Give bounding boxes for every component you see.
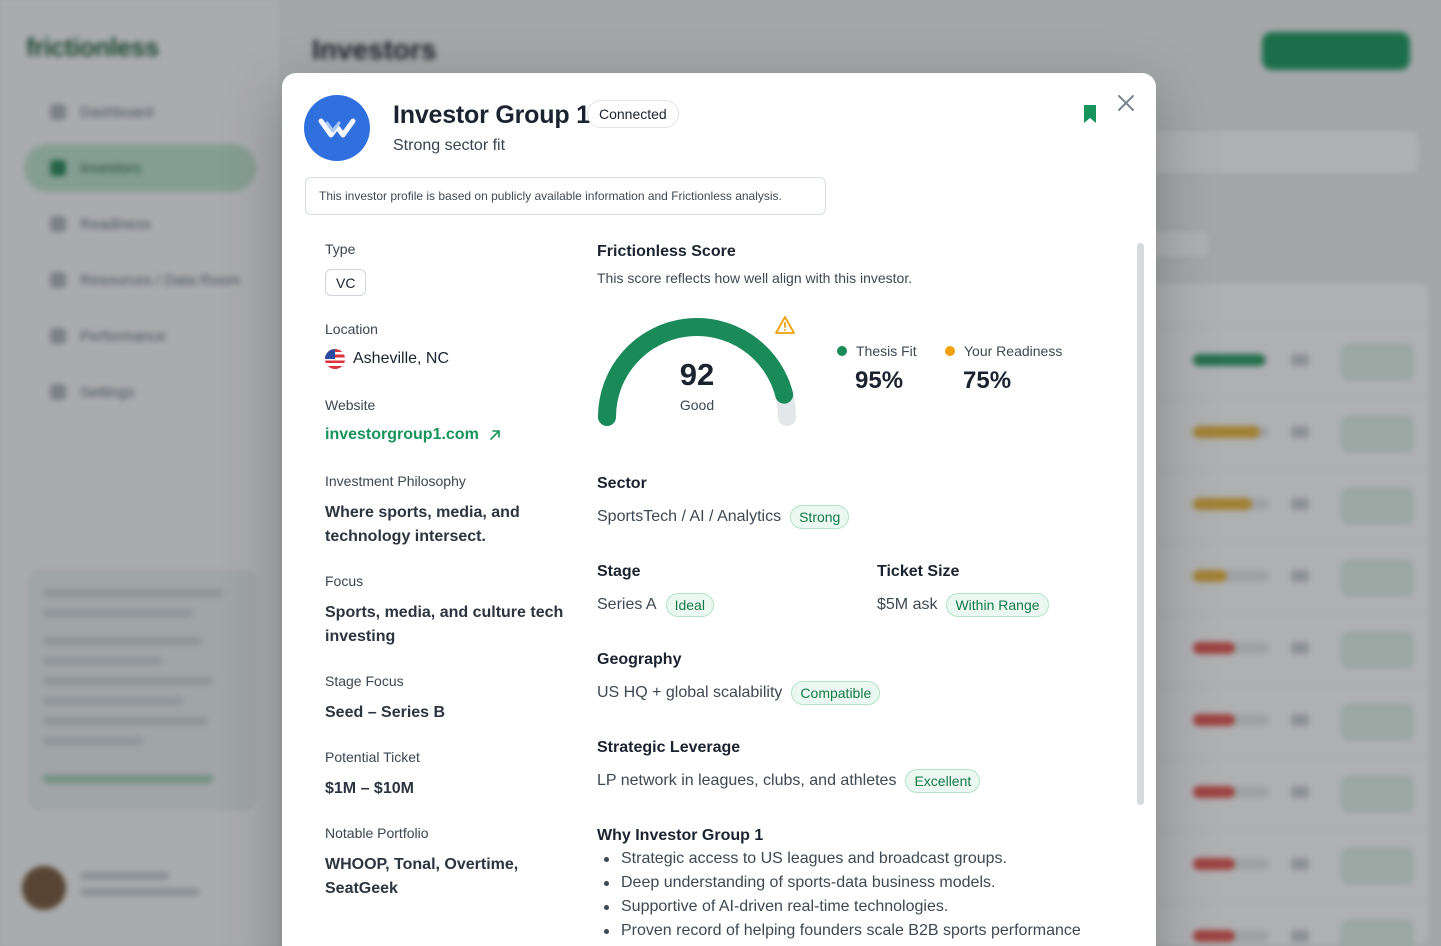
portfolio-label: Notable Portfolio: [325, 825, 429, 841]
connection-status-badge: Connected: [587, 100, 679, 128]
ticket-size-tag: Within Range: [946, 593, 1049, 617]
readiness-value: 75%: [963, 367, 1012, 394]
stage-focus-label: Stage Focus: [325, 673, 404, 689]
focus-label: Focus: [325, 573, 364, 589]
sector-value: SportsTech / AI / Analytics: [597, 508, 782, 525]
stage-value: Series A: [597, 596, 657, 613]
thesis-fit-label: Thesis Fit: [856, 343, 917, 359]
list-item: Deep understanding of sports-data busine…: [597, 871, 1127, 895]
philosophy-label: Investment Philosophy: [325, 473, 466, 489]
type-chip: VC: [325, 269, 367, 296]
modal-title: Investor Group 1: [393, 101, 590, 129]
stage-line: Series A Ideal: [597, 593, 714, 617]
readiness-dot: [945, 346, 955, 356]
profile-notice: This investor profile is based on public…: [305, 177, 826, 215]
list-item: Supportive of AI-driven real-time techno…: [597, 895, 1127, 919]
location-value: Asheville, NC: [325, 349, 449, 369]
score-value: 92: [679, 357, 715, 392]
stage-tag: Ideal: [665, 593, 714, 617]
thesis-fit-dot: [837, 346, 847, 356]
location-label: Location: [325, 321, 378, 337]
thesis-fit-metric: Thesis Fit 95%: [837, 343, 917, 395]
sector-line: SportsTech / AI / Analytics Strong: [597, 505, 850, 529]
website-text: investorgroup1.com: [325, 426, 479, 443]
focus-value: Sports, media, and culture tech investin…: [325, 604, 564, 645]
location-text: Asheville, NC: [353, 350, 450, 367]
stage-focus-value: Seed – Series B: [325, 704, 446, 721]
modal-subtitle: Strong sector fit: [393, 137, 506, 154]
leverage-value: LP network in leagues, clubs, and athlet…: [597, 772, 897, 789]
readiness-metric: Your Readiness 75%: [945, 343, 1062, 395]
sector-tag: Strong: [790, 505, 850, 529]
close-icon[interactable]: [1115, 92, 1137, 114]
geography-title: Geography: [597, 651, 682, 668]
investor-logo: [304, 95, 370, 161]
ticket-size-value: $5M ask: [877, 596, 938, 613]
ticket-value: $1M – $10M: [325, 780, 414, 797]
list-item: Strategic access to US leagues and broad…: [597, 847, 1127, 871]
ticket-size-line: $5M ask Within Range: [877, 593, 1049, 617]
investor-modal: Investor Group 1 Connected Strong sector…: [282, 73, 1156, 946]
list-item: Proven record of helping founders scale …: [597, 919, 1127, 943]
sector-title: Sector: [597, 475, 647, 492]
portfolio-value: WHOOP, Tonal, Overtime, SeatGeek: [325, 856, 519, 897]
warning-icon[interactable]: [774, 315, 796, 335]
website-link[interactable]: investorgroup1.com: [325, 426, 501, 444]
leverage-tag: Excellent: [905, 769, 981, 793]
investor-logo-icon: [318, 118, 356, 138]
why-list: Strategic access to US leagues and broad…: [597, 847, 1127, 943]
us-flag-icon: [325, 349, 345, 369]
why-title: Why Investor Group 1: [597, 827, 764, 844]
score-description: This score reflects how well align with …: [597, 270, 913, 286]
stage-title: Stage: [597, 563, 641, 580]
score-rating: Good: [679, 397, 715, 413]
leverage-title: Strategic Leverage: [597, 739, 741, 756]
bookmark-icon[interactable]: [1082, 104, 1098, 124]
geography-tag: Compatible: [791, 681, 881, 705]
modal-scrollbar[interactable]: [1137, 243, 1144, 805]
geography-value: US HQ + global scalability: [597, 684, 783, 701]
type-label: Type: [325, 241, 356, 257]
leverage-line: LP network in leagues, clubs, and athlet…: [597, 769, 981, 793]
philosophy-value: Where sports, media, and technology inte…: [325, 504, 520, 545]
ticket-size-title: Ticket Size: [877, 563, 960, 580]
thesis-fit-value: 95%: [855, 367, 904, 394]
ticket-label: Potential Ticket: [325, 749, 420, 765]
website-label: Website: [325, 397, 376, 413]
score-title: Frictionless Score: [597, 243, 736, 260]
geography-line: US HQ + global scalability Compatible: [597, 681, 881, 705]
readiness-label: Your Readiness: [964, 343, 1063, 359]
external-link-icon: [490, 430, 500, 440]
